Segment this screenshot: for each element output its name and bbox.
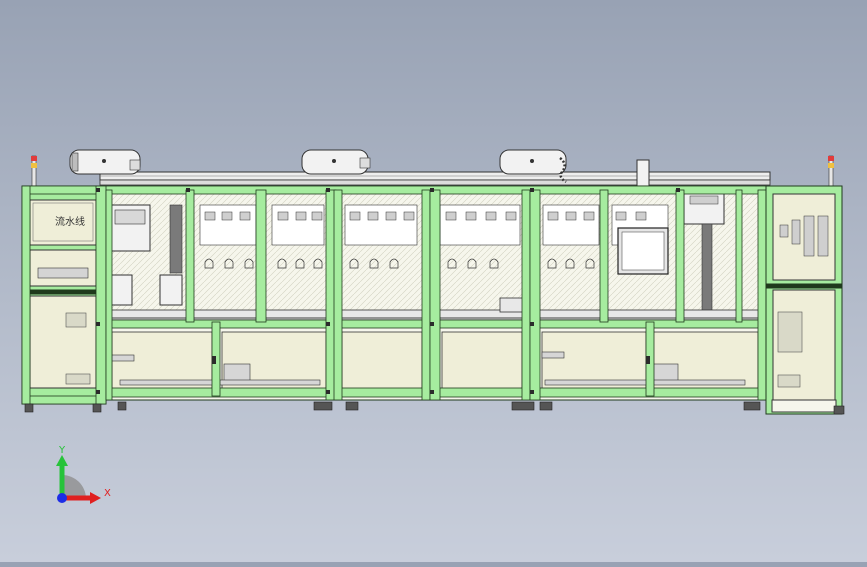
axis-z-dot-icon (57, 493, 67, 503)
axis-y-label: Y (58, 445, 66, 456)
cad-viewport[interactable]: 流水线 Y X (0, 0, 867, 562)
coordinate-triad: Y X (56, 445, 111, 504)
right-cabinet (765, 185, 843, 415)
top-cylinder (69, 149, 141, 175)
signal-tower-left (31, 155, 37, 187)
signal-tower-right (828, 155, 834, 187)
cabinet-label: 流水线 (55, 215, 85, 228)
leveling-feet (24, 401, 845, 415)
axis-x-label: X (104, 488, 111, 499)
top-rail (99, 171, 771, 186)
hmi-screen[interactable] (617, 227, 669, 275)
cad-canvas[interactable]: 流水线 Y X (0, 0, 867, 562)
top-cylinder (301, 149, 371, 175)
